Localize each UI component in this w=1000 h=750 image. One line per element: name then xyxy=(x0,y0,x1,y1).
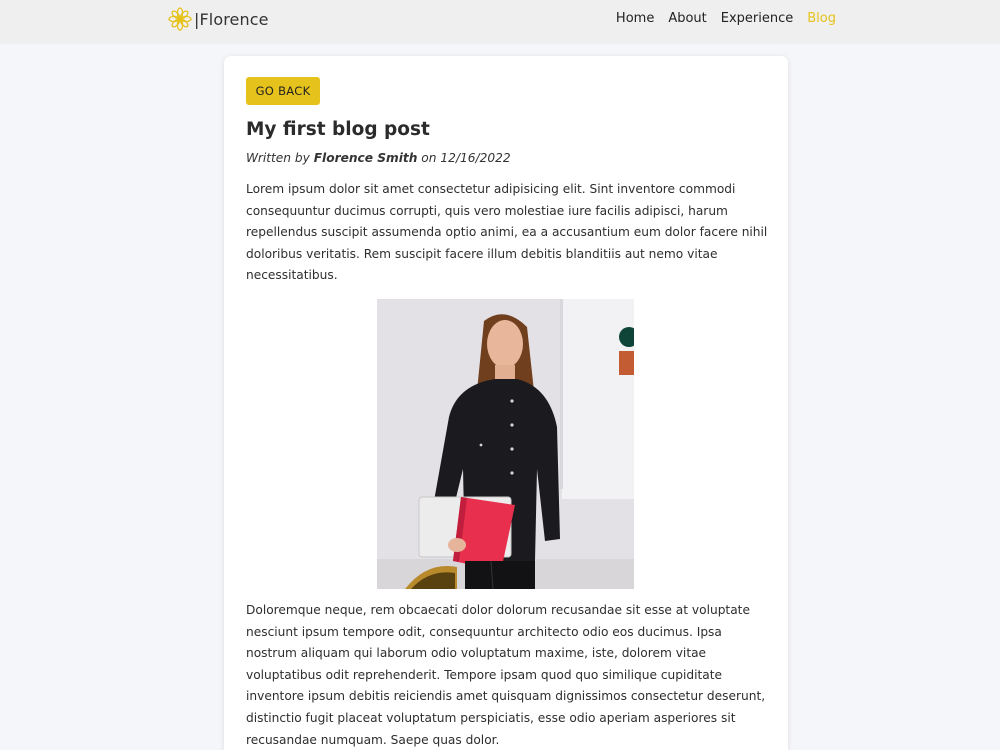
nav-experience[interactable]: Experience xyxy=(721,11,794,26)
post-image xyxy=(377,299,634,589)
byline-mid: on xyxy=(417,151,441,165)
post-date: 12/16/2022 xyxy=(440,151,511,165)
post-paragraph-1: Lorem ipsum dolor sit amet consectetur a… xyxy=(246,182,768,283)
nav-home[interactable]: Home xyxy=(616,11,654,26)
post-byline: Written by Florence Smith on 12/16/2022 xyxy=(246,151,511,165)
main-nav: Home About Experience Blog xyxy=(616,11,836,26)
top-navbar: |Florence Home About Experience Blog xyxy=(0,0,1000,42)
sun-flower-icon xyxy=(168,7,192,31)
byline-prefix: Written by xyxy=(246,151,314,165)
brand[interactable]: |Florence xyxy=(168,6,269,32)
nav-blog[interactable]: Blog xyxy=(807,11,836,26)
blog-post-card: GO BACK My first blog post Written by Fl… xyxy=(224,56,788,750)
brand-name: |Florence xyxy=(194,9,269,29)
go-back-button[interactable]: GO BACK xyxy=(246,77,320,105)
post-paragraph-2: Doloremque neque, rem obcaecati dolor do… xyxy=(246,603,766,747)
post-author: Florence Smith xyxy=(313,151,418,165)
nav-about[interactable]: About xyxy=(668,11,706,26)
post-title: My first blog post xyxy=(246,119,430,140)
